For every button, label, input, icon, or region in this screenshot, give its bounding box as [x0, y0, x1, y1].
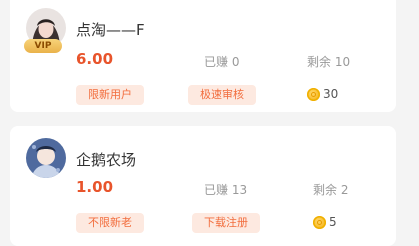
coin-count: 5: [329, 215, 337, 229]
tag-any-user: 不限新老: [76, 213, 144, 233]
tag-fast-review: 极速审核: [188, 85, 256, 105]
coin-count: 30: [323, 87, 339, 101]
coin-icon: [313, 216, 326, 229]
task-price: 1.00: [76, 178, 114, 196]
vip-badge: VIP: [24, 39, 62, 53]
remaining-count: 剩余 2: [313, 183, 349, 197]
coin-icon: [307, 88, 320, 101]
tag-new-users-only: 限新用户: [76, 85, 144, 105]
task-price: 6.00: [76, 50, 114, 68]
task-card-diantao[interactable]: VIP 点淘——F 6.00 已赚 0 剩余 10 限新用户 极速审核 30: [10, 0, 396, 112]
task-title: 企鹅农场: [76, 151, 137, 169]
user-avatar: [26, 138, 66, 178]
earned-count: 已赚 13: [204, 183, 248, 197]
earned-count: 已赚 0: [204, 55, 240, 69]
tag-download-register: 下载注册: [192, 213, 260, 233]
task-title: 点淘——F: [76, 21, 145, 39]
task-card-qie-farm[interactable]: 企鹅农场 1.00 已赚 13 剩余 2 不限新老 下载注册 5: [10, 126, 396, 246]
remaining-count: 剩余 10: [307, 55, 351, 69]
